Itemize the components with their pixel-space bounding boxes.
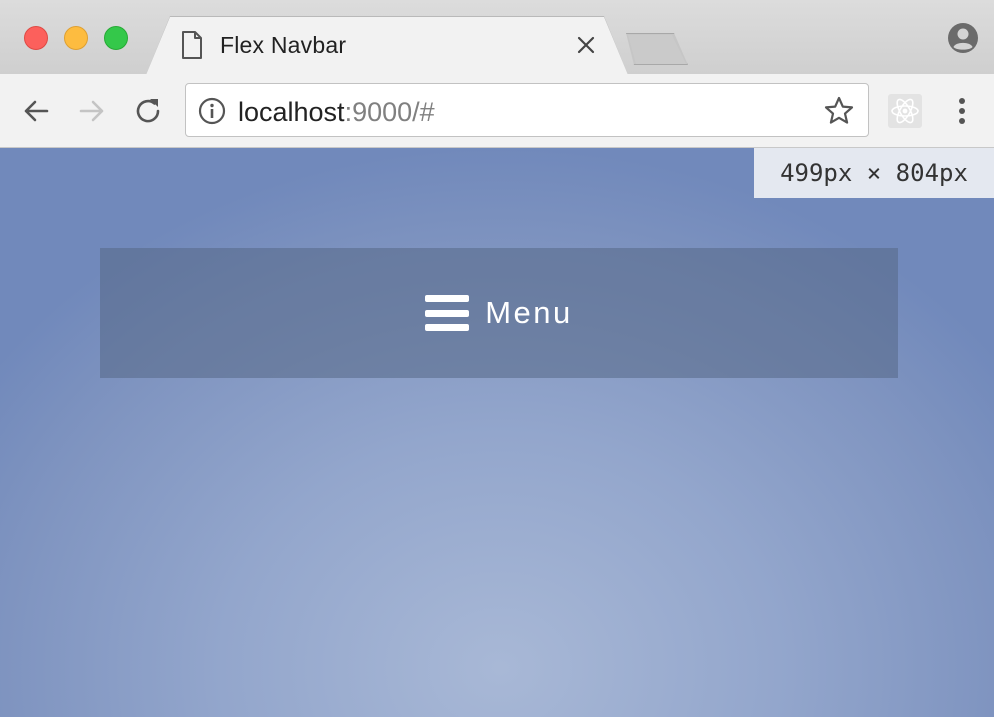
active-tab[interactable] xyxy=(146,17,628,75)
react-icon xyxy=(891,98,919,124)
hamburger-icon xyxy=(425,295,470,331)
hamburger-bar xyxy=(425,295,470,302)
window-close-button[interactable] xyxy=(24,26,48,50)
url-port-path: :9000/# xyxy=(344,97,435,127)
info-icon[interactable] xyxy=(198,97,226,125)
star-icon[interactable] xyxy=(823,95,855,127)
kebab-menu-icon[interactable] xyxy=(950,94,974,128)
address-bar[interactable]: localhost:9000/# xyxy=(185,83,869,137)
menu-label: Menu xyxy=(485,295,573,330)
window-maximize-button[interactable] xyxy=(104,26,128,50)
browser-toolbar: localhost:9000/# xyxy=(0,74,994,148)
profile-icon[interactable] xyxy=(947,22,979,54)
url-host: localhost xyxy=(238,97,345,127)
window-titlebar: Flex Navbar xyxy=(0,0,994,74)
window-minimize-button[interactable] xyxy=(64,26,88,50)
tab-title: Flex Navbar xyxy=(220,32,347,58)
hamburger-bar xyxy=(425,324,470,331)
new-tab-button[interactable] xyxy=(620,33,688,65)
page-icon xyxy=(182,31,202,59)
page-viewport: 499px × 804px Menu xyxy=(0,148,994,717)
viewport-dimension-badge: 499px × 804px xyxy=(754,148,994,198)
menu-toggle-navbar[interactable]: Menu xyxy=(100,248,898,378)
reload-icon[interactable] xyxy=(131,94,165,128)
react-devtools-extension[interactable] xyxy=(888,94,922,128)
hamburger-bar xyxy=(425,309,470,317)
close-icon[interactable] xyxy=(574,33,598,57)
back-arrow-icon[interactable] xyxy=(19,94,53,128)
url-text[interactable]: localhost:9000/# xyxy=(238,97,435,128)
forward-arrow-icon[interactable] xyxy=(75,94,109,128)
